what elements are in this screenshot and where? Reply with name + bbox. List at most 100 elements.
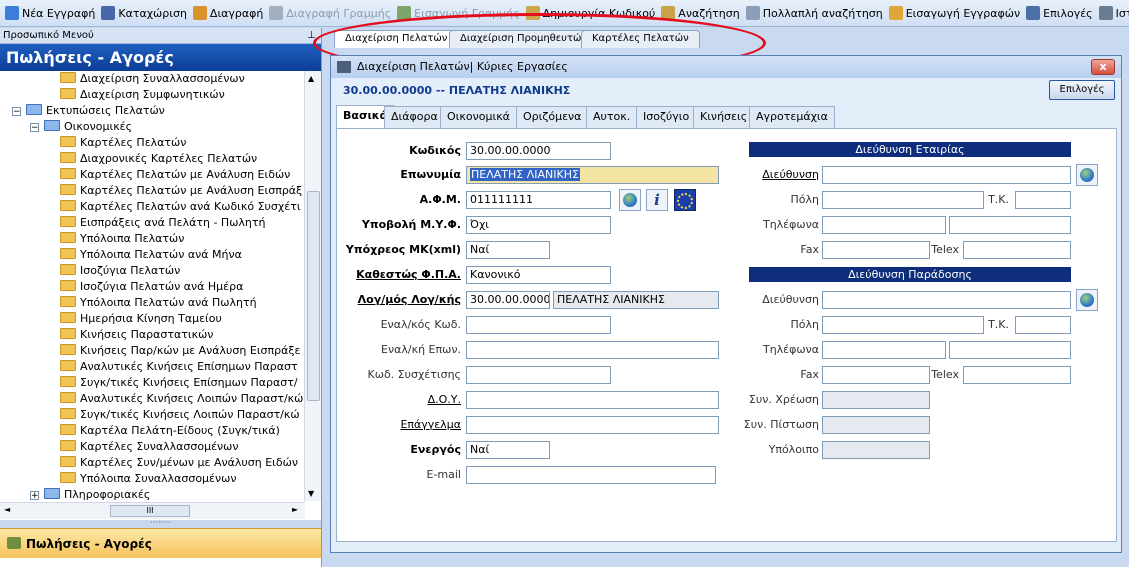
- toolbar-button-new-record[interactable]: Νέα Εγγραφή: [3, 2, 99, 24]
- tree-item[interactable]: Ισοζύγια Πελατών: [60, 263, 180, 279]
- tree-item[interactable]: Διαχείριση Συναλλασσομένων: [60, 71, 245, 87]
- tax-office-field[interactable]: [466, 391, 719, 409]
- company-city-field[interactable]: [822, 191, 984, 209]
- tree-item[interactable]: Κινήσεις Παρ/κών με Ανάλυση Εισπράξε: [60, 343, 300, 359]
- inner-tab-movements[interactable]: Κινήσεις: [693, 106, 755, 128]
- relation-code-field[interactable]: [466, 366, 611, 384]
- total-credit-field: [822, 416, 930, 434]
- company-phone1-field[interactable]: [822, 216, 946, 234]
- tree-item[interactable]: Καρτέλες Πελατών με Ανάλυση Ειδών: [60, 167, 290, 183]
- alt-name-field[interactable]: [466, 341, 719, 359]
- tree-item[interactable]: Αναλυτικές Κινήσεις Επίσημων Παραστ: [60, 359, 298, 375]
- folder-icon: [60, 424, 76, 435]
- profession-field[interactable]: [466, 416, 719, 434]
- tree-item[interactable]: Οικονομικές: [44, 119, 132, 135]
- tree-horizontal-scrollbar[interactable]: ◄ III ►: [0, 502, 305, 519]
- company-address-field[interactable]: [822, 166, 1071, 184]
- scroll-thumb[interactable]: [307, 191, 320, 401]
- toolbar-button-delete-line[interactable]: Διαγραφή Γραμμής: [267, 2, 395, 24]
- tree-item[interactable]: Καρτέλες Συναλλασσομένων: [60, 439, 239, 455]
- company-map-icon[interactable]: [1076, 164, 1098, 186]
- inner-tab-financial[interactable]: Οικονομικά: [440, 106, 517, 128]
- delivery-city-field[interactable]: [822, 316, 984, 334]
- vat-status-label[interactable]: Καθεστώς Φ.Π.Α.: [356, 266, 461, 284]
- delivery-address-field[interactable]: [822, 291, 1071, 309]
- tree-item[interactable]: Διαχείριση Συμφωνητικών: [60, 87, 225, 103]
- inner-tab-auto[interactable]: Αυτοκ.: [586, 106, 638, 128]
- mk-xml-field[interactable]: Ναί: [466, 241, 550, 259]
- tree-item[interactable]: Ημερήσια Κίνηση Ταμείου: [60, 311, 222, 327]
- delivery-map-icon[interactable]: [1076, 289, 1098, 311]
- tree-item[interactable]: Καρτέλες Πελατών: [60, 135, 186, 151]
- web-lookup-icon[interactable]: [619, 189, 641, 211]
- active-field[interactable]: Ναί: [466, 441, 550, 459]
- toolbar-button-delete[interactable]: Διαγραφή: [191, 2, 267, 24]
- vat-status-field[interactable]: Κανονικό: [466, 266, 611, 284]
- scroll-down-icon[interactable]: ▼: [308, 489, 314, 498]
- tree-item[interactable]: Διαχρονικές Καρτέλες Πελατών: [60, 151, 257, 167]
- code-field[interactable]: 30.00.00.0000: [466, 142, 611, 160]
- eu-vat-check-icon[interactable]: [674, 189, 696, 211]
- tree-item[interactable]: Καρτέλες Πελατών με Ανάλυση Εισπράξ: [60, 183, 302, 199]
- inner-tab-balance[interactable]: Ισοζύγιο: [636, 106, 697, 128]
- tree-item[interactable]: Ισοζύγια Πελατών ανά Ημέρα: [60, 279, 243, 295]
- tree-item[interactable]: Καρτέλες Πελατών ανά Κωδικό Συσχέτι: [60, 199, 301, 215]
- panel-splitter[interactable]: ········: [0, 519, 321, 528]
- info-icon[interactable]: i: [646, 189, 668, 211]
- collapse-icon[interactable]: −: [12, 107, 21, 117]
- delivery-phone2-field[interactable]: [949, 341, 1071, 359]
- afm-field[interactable]: 011111111: [466, 191, 611, 209]
- delivery-zip-field[interactable]: [1015, 316, 1071, 334]
- tree-item[interactable]: Πληροφοριακές: [44, 487, 150, 503]
- tree-item[interactable]: Υπόλοιπα Πελατών ανά Πωλητή: [60, 295, 257, 311]
- profession-label[interactable]: Επάγγελμα: [400, 416, 461, 434]
- delivery-phone1-field[interactable]: [822, 341, 946, 359]
- close-button[interactable]: x: [1091, 59, 1115, 75]
- delivery-fax-field[interactable]: [822, 366, 930, 384]
- options-button[interactable]: Επιλογές: [1049, 80, 1115, 100]
- company-address-label[interactable]: Διεύθυνση: [762, 166, 819, 184]
- company-telex-field[interactable]: [963, 241, 1071, 259]
- tree-item[interactable]: Αναλυτικές Κινήσεις Λοιπών Παραστ/κώ: [60, 391, 303, 407]
- sidebar-footer-group[interactable]: Πωλήσεις - Αγορές: [0, 528, 321, 558]
- menu-group-header[interactable]: Πωλήσεις - Αγορές: [0, 44, 321, 71]
- alt-code-field[interactable]: [466, 316, 611, 334]
- toolbar-button-history[interactable]: Ιστορικό: [1097, 2, 1129, 24]
- toolbar-button-import-records[interactable]: Εισαγωγή Εγγραφών: [887, 2, 1024, 24]
- myf-field[interactable]: Όχι: [466, 216, 611, 234]
- account-label[interactable]: Λογ/μός Λογ/κής: [358, 291, 461, 309]
- scroll-right-icon[interactable]: ►: [292, 505, 298, 514]
- toolbar-button-options[interactable]: Επιλογές: [1024, 2, 1096, 24]
- toolbar-button-multi-search[interactable]: Πολλαπλή αναζήτηση: [744, 2, 887, 24]
- account-code-field[interactable]: 30.00.00.0000: [466, 291, 550, 309]
- tree-item[interactable]: Καρτέλα Πελάτη-Είδους (Συγκ/τικά): [60, 423, 280, 439]
- email-field[interactable]: [466, 466, 716, 484]
- company-zip-field[interactable]: [1015, 191, 1071, 209]
- tree-item-label: Καρτέλες Πελατών ανά Κωδικό Συσχέτι: [80, 200, 301, 213]
- name-field[interactable]: ΠΕΛΑΤΗΣ ΛΙΑΝΙΚΗΣ: [466, 166, 719, 184]
- tree-item[interactable]: Κινήσεις Παραστατικών: [60, 327, 213, 343]
- company-fax-field[interactable]: [822, 241, 930, 259]
- scroll-left-icon[interactable]: ◄: [4, 505, 10, 514]
- tree-item[interactable]: Εισπράξεις ανά Πελάτη - Πωλητή: [60, 215, 266, 231]
- tree-item[interactable]: Εκτυπώσεις Πελατών: [26, 103, 165, 119]
- tree-item[interactable]: Υπόλοιπα Πελατών: [60, 231, 184, 247]
- inner-tab-fields[interactable]: Αγροτεμάχια: [749, 106, 835, 128]
- scroll-h-thumb[interactable]: III: [110, 505, 190, 517]
- tree-vertical-scrollbar[interactable]: ▲ ▼: [304, 71, 321, 501]
- tree-item[interactable]: Συγκ/τικές Κινήσεις Επίσημων Παραστ/: [60, 375, 298, 391]
- collapse-icon[interactable]: −: [30, 123, 39, 133]
- inner-tab-custom[interactable]: Οριζόμενα: [516, 106, 589, 128]
- company-phone2-field[interactable]: [949, 216, 1071, 234]
- tree-item[interactable]: Καρτέλες Συν/μένων με Ανάλυση Ειδών: [60, 455, 298, 471]
- tree-item[interactable]: Συγκ/τικές Κινήσεις Λοιπών Παραστ/κώ: [60, 407, 300, 423]
- tree-item-label: Ισοζύγια Πελατών: [80, 264, 181, 277]
- toolbar-button-save[interactable]: Καταχώριση: [99, 2, 191, 24]
- tree-item[interactable]: Υπόλοιπα Συναλλασσομένων: [60, 471, 237, 487]
- delivery-telex-field[interactable]: [963, 366, 1071, 384]
- tree-item[interactable]: Υπόλοιπα Πελατών ανά Μήνα: [60, 247, 242, 263]
- expand-icon[interactable]: +: [30, 491, 39, 501]
- tax-office-label[interactable]: Δ.Ο.Υ.: [428, 391, 461, 409]
- inner-tab-misc[interactable]: Διάφορα: [384, 106, 445, 128]
- scroll-up-icon[interactable]: ▲: [308, 74, 314, 83]
